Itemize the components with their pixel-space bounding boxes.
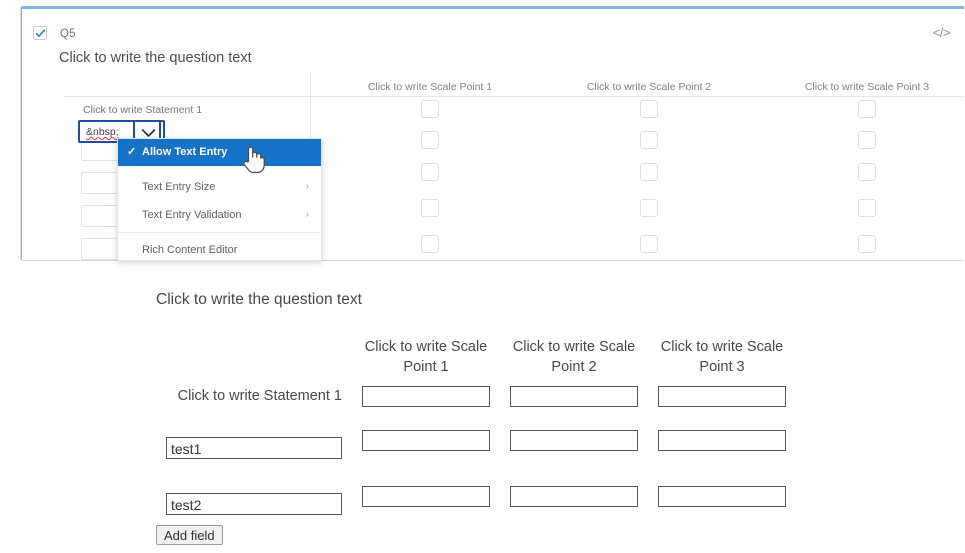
checkmark-icon <box>35 29 46 37</box>
menu-item-label: Text Entry Validation <box>142 209 242 221</box>
chevron-down-icon <box>141 129 156 137</box>
grid-checkbox-r2c3[interactable] <box>858 131 876 149</box>
grid-checkbox-r3c2[interactable] <box>640 163 658 181</box>
menu-item-label: Rich Content Editor <box>142 244 238 256</box>
preview-question-text: Click to write the question text <box>156 291 362 308</box>
preview-scale-point-1-header: Click to write Scale Point 1 <box>364 339 488 375</box>
grid-checkbox-r4c1[interactable] <box>421 199 439 217</box>
grid-checkbox-r4c3[interactable] <box>858 199 876 217</box>
preview-input-r2c1[interactable] <box>362 430 490 451</box>
menu-item-text-entry-validation[interactable]: Text Entry Validation › <box>118 201 321 229</box>
menu-spacer-top <box>118 166 321 173</box>
check-icon: ✓ <box>127 146 137 158</box>
preview-input-r3c1[interactable] <box>362 486 490 507</box>
question-enabled-checkbox[interactable] <box>33 26 47 40</box>
preview-scale-point-3-header: Click to write Scale Point 3 <box>660 339 784 375</box>
preview-statement-input-3-value: test2 <box>171 497 202 513</box>
grid-checkbox-r5c3[interactable] <box>858 235 876 253</box>
menu-item-rich-content-editor[interactable]: Rich Content Editor <box>118 236 321 260</box>
question-preview-area: Click to write the question text Click t… <box>0 272 965 553</box>
menu-item-label: Text Entry Size <box>142 181 216 193</box>
preview-input-r2c2[interactable] <box>510 430 638 451</box>
grid-checkbox-r2c1[interactable] <box>421 131 439 149</box>
grid-checkbox-r3c3[interactable] <box>858 163 876 181</box>
chevron-right-icon: › <box>305 209 309 220</box>
text-entry-combo-value: &nbsp; <box>86 126 119 138</box>
menu-item-label: Allow Text Entry <box>142 146 228 158</box>
menu-separator <box>118 232 321 233</box>
chevron-right-icon: › <box>305 181 309 192</box>
preview-input-r1c2[interactable] <box>510 386 638 407</box>
grid-checkbox-r1c2[interactable] <box>640 100 658 118</box>
add-field-button[interactable]: Add field <box>156 525 223 545</box>
preview-input-r3c3[interactable] <box>658 486 786 507</box>
editor-scale-point-2-header[interactable]: Click to write Scale Point 2 <box>549 81 749 93</box>
editor-scale-point-1-header[interactable]: Click to write Scale Point 1 <box>330 81 530 93</box>
preview-statement-input-3[interactable]: test2 <box>166 493 342 515</box>
grid-checkbox-r2c2[interactable] <box>640 131 658 149</box>
menu-item-allow-text-entry[interactable]: ✓ Allow Text Entry <box>118 139 321 166</box>
preview-input-r1c1[interactable] <box>362 386 490 407</box>
grid-checkbox-r1c1[interactable] <box>421 100 439 118</box>
grid-checkbox-r4c2[interactable] <box>640 199 658 217</box>
grid-header-divider <box>63 96 964 97</box>
grid-checkbox-r1c3[interactable] <box>858 100 876 118</box>
question-text-placeholder[interactable]: Click to write the question text <box>59 50 252 66</box>
text-entry-dropdown-menu: ✓ Allow Text Entry Text Entry Size › Tex… <box>117 138 322 261</box>
preview-input-r3c2[interactable] <box>510 486 638 507</box>
preview-input-r2c3[interactable] <box>658 430 786 451</box>
preview-statement-1-label: Click to write Statement 1 <box>177 388 342 404</box>
preview-statement-input-2[interactable]: test1 <box>166 437 342 459</box>
preview-statement-input-2-value: test1 <box>171 441 202 457</box>
grid-checkbox-r5c1[interactable] <box>421 235 439 253</box>
grid-checkbox-r3c1[interactable] <box>421 163 439 181</box>
preview-scale-point-2-header: Click to write Scale Point 2 <box>512 339 636 375</box>
code-view-icon[interactable]: </> <box>933 25 951 40</box>
question-number-label: Q5 <box>60 28 76 40</box>
editor-scale-point-3-header[interactable]: Click to write Scale Point 3 <box>767 81 964 93</box>
menu-item-text-entry-size[interactable]: Text Entry Size › <box>118 173 321 201</box>
grid-checkbox-r5c2[interactable] <box>640 235 658 253</box>
editor-statement-1-label[interactable]: Click to write Statement 1 <box>83 104 202 116</box>
preview-input-r1c3[interactable] <box>658 386 786 407</box>
